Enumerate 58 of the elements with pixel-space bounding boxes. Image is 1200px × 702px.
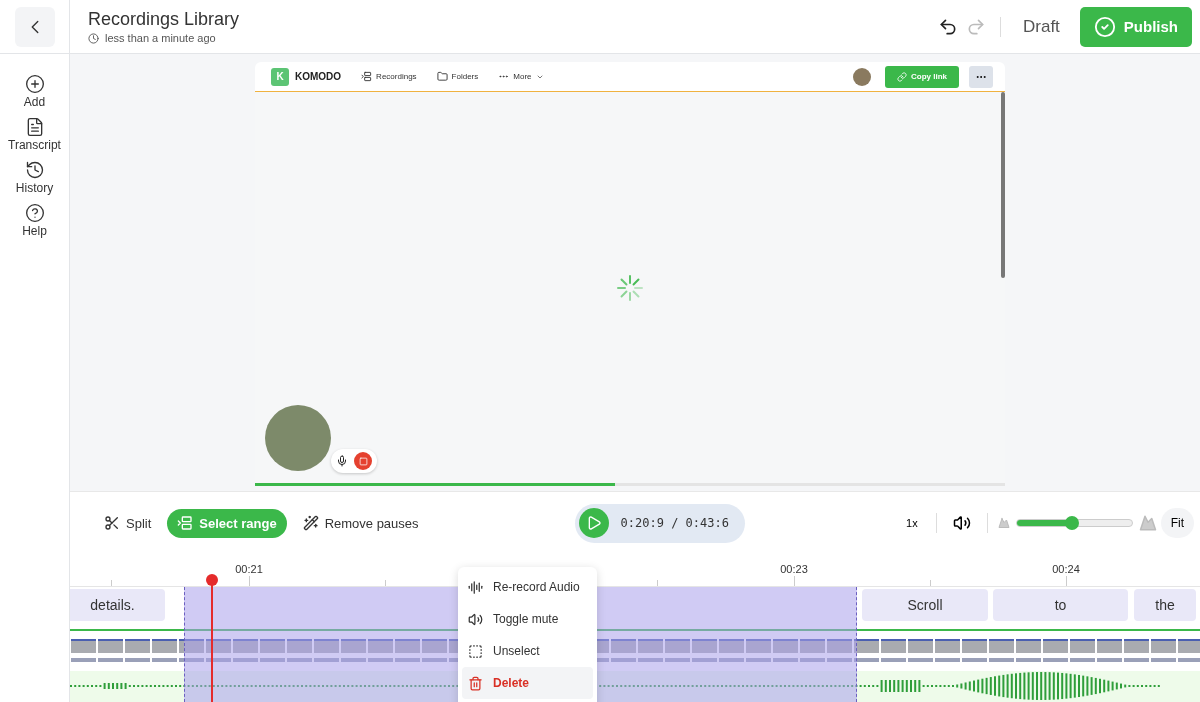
tool-button[interactable]: Split (94, 508, 162, 538)
sidebar-item[interactable]: Transcript (1, 117, 68, 152)
unselect-icon (468, 643, 483, 659)
playhead[interactable] (206, 574, 218, 702)
menu-item[interactable]: Re-record Audio (462, 571, 593, 603)
clock-icon (88, 32, 99, 44)
zoom-in-icon (1138, 514, 1157, 532)
saved-time: less than a minute ago (105, 32, 216, 44)
avatar (853, 67, 871, 86)
speaker-icon (952, 514, 971, 532)
transcript-word[interactable]: to (993, 589, 1128, 621)
play-button[interactable] (578, 508, 609, 538)
loading-spinner-icon (616, 273, 644, 302)
more-button[interactable] (969, 65, 993, 88)
speaker-icon (468, 611, 483, 627)
fit-button[interactable]: Fit (1160, 508, 1194, 538)
range-icon (177, 515, 194, 531)
sidebar-item[interactable]: Add (1, 74, 68, 109)
zoom-out-icon (997, 517, 1010, 529)
recordings-icon (361, 71, 373, 82)
nav-link[interactable]: Recordings (361, 71, 417, 82)
slider-thumb[interactable] (1064, 516, 1079, 530)
draft-status: Draft (1023, 16, 1060, 37)
check-circle-icon (1093, 15, 1116, 38)
redo-icon (966, 16, 986, 37)
menu-item[interactable]: Delete (462, 667, 593, 699)
history-icon (24, 160, 45, 180)
sidebar-item[interactable]: History (1, 160, 68, 195)
link-icon (897, 71, 907, 82)
time-label: 00:24 (1052, 563, 1080, 575)
folder-icon (436, 71, 448, 82)
nav-link[interactable]: Folders (436, 71, 479, 82)
time-display: 0:20:9 / 0:43:6 (620, 516, 729, 530)
speed-button[interactable]: 1x (898, 517, 926, 529)
transcript-word[interactable]: details. (70, 589, 165, 621)
trash-icon (468, 675, 483, 691)
transcript-word[interactable]: Scroll (862, 589, 988, 621)
add-icon (24, 74, 45, 94)
zoom-slider[interactable] (1015, 519, 1133, 527)
help-icon (24, 203, 45, 223)
time-label: 00:23 (780, 563, 808, 575)
scissors-icon (104, 515, 120, 531)
page-title: Recordings Library (88, 9, 241, 30)
stop-record-button[interactable] (354, 452, 372, 470)
stop-icon (358, 456, 368, 466)
brand-name: KOMODO (295, 71, 342, 82)
sidebar-item[interactable]: Help (1, 203, 68, 238)
microphone-icon[interactable] (336, 455, 348, 467)
tool-button[interactable]: Remove pauses (292, 508, 429, 538)
transcript-word[interactable]: the (1134, 589, 1196, 621)
time-label: 00:21 (235, 563, 263, 575)
logo: K (271, 67, 289, 86)
nav-link[interactable]: More (498, 71, 544, 82)
undo-icon (938, 16, 958, 37)
menu-item[interactable]: Unselect (462, 635, 593, 667)
magic-wand-icon (302, 515, 319, 531)
menu-item[interactable]: Toggle mute (462, 603, 593, 635)
waveform-icon (468, 579, 483, 595)
